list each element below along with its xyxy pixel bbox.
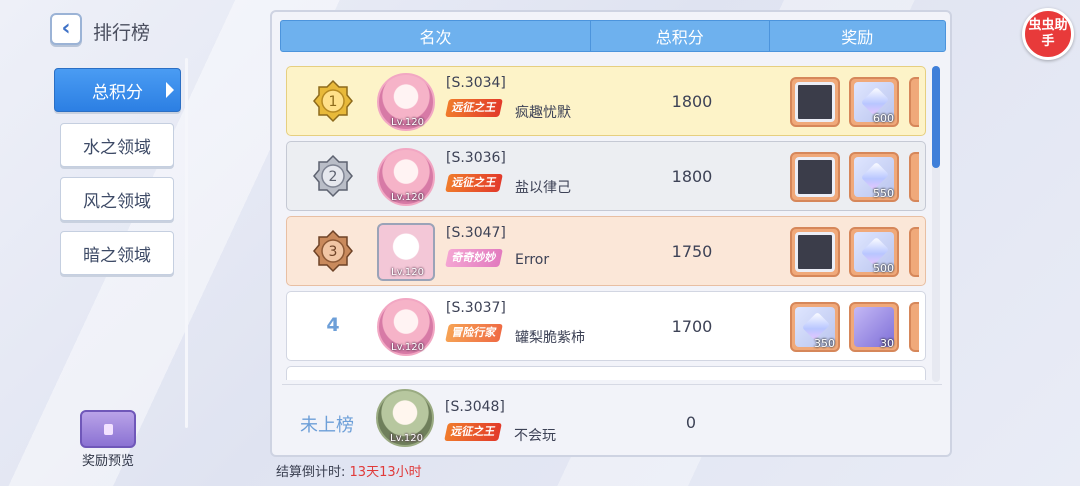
my-rank-label: 未上榜	[300, 415, 354, 436]
reward-item[interactable]	[909, 77, 919, 127]
chevron-left-icon: ‹	[61, 16, 71, 41]
player-name: 不会玩	[514, 428, 556, 444]
title-badge: 远征之王	[445, 174, 503, 192]
settlement-countdown: 结算倒计时: 13天13小时	[276, 461, 422, 480]
tab-water-domain[interactable]: 水之领域	[60, 123, 174, 167]
level-label: Lv.120	[391, 117, 424, 128]
countdown-label: 结算倒计时:	[276, 465, 346, 480]
score-value: 0	[685, 413, 697, 432]
reward-item[interactable]: 30	[849, 302, 899, 352]
reward-item[interactable]	[790, 227, 840, 277]
leaderboard-row[interactable]: 1 Lv.120 [S.3034] 远征之王 疯趣忧默 1800 600	[286, 66, 926, 136]
title-badge: 远征之王	[445, 99, 503, 117]
tab-total-score[interactable]: 总积分	[54, 68, 181, 112]
reward-item[interactable]	[909, 302, 919, 352]
avatar-frame-icon	[795, 82, 835, 122]
score-value: 1800	[671, 92, 713, 111]
reward-item[interactable]	[909, 227, 919, 277]
list-scrollbar[interactable]	[932, 66, 940, 382]
column-header: 名次 总积分 奖励	[280, 20, 946, 52]
column-score: 总积分	[591, 21, 770, 51]
caret-right-icon	[166, 82, 174, 98]
tab-dark-domain[interactable]: 暗之领域	[60, 231, 174, 275]
level-label: Lv.120	[391, 192, 424, 203]
reward-count: 600	[873, 112, 894, 125]
countdown-value: 13天13小时	[349, 465, 422, 480]
server-id: [S.3048]	[445, 399, 505, 415]
tab-label: 水之领域	[83, 137, 151, 158]
leaderboard-row[interactable]: 4 Lv.120 [S.3037] 冒险行家 罐梨脆紫柿 1700 350 30	[286, 291, 926, 361]
server-id: [S.3036]	[446, 150, 506, 166]
reward-item[interactable]: 500	[849, 227, 899, 277]
server-id: [S.3034]	[446, 75, 506, 91]
rank-number: 4	[326, 314, 340, 336]
tab-wind-domain[interactable]: 风之领域	[60, 177, 174, 221]
player-name: 盐以律己	[515, 180, 571, 196]
score-value: 1800	[671, 167, 713, 186]
reward-preview-button[interactable]: 奖励预览	[72, 410, 144, 469]
level-label: Lv.120	[391, 342, 424, 353]
leaderboard-panel: 名次 总积分 奖励 1 Lv.120 [S.3034] 远征之王 疯趣忧默 18…	[270, 10, 952, 457]
level-label: Lv.120	[391, 267, 424, 278]
page-title: 排行榜	[93, 22, 151, 44]
leaderboard-row[interactable]	[286, 366, 926, 380]
svg-text:1: 1	[329, 94, 338, 110]
bronze-medal-icon: 3	[313, 229, 353, 273]
avatar-frame-icon	[795, 232, 835, 272]
tab-label: 暗之领域	[83, 245, 151, 266]
server-id: [S.3037]	[446, 300, 506, 316]
reward-count: 500	[873, 262, 894, 275]
reward-count: 550	[873, 187, 894, 200]
back-button[interactable]: ‹	[50, 13, 82, 45]
level-label: Lv.120	[390, 433, 423, 444]
leaderboard-row[interactable]: 2 Lv.120 [S.3036] 远征之王 盐以律己 1800 550	[286, 141, 926, 211]
title-badge: 奇奇妙妙	[445, 249, 503, 267]
reward-preview-label: 奖励预览	[81, 454, 134, 469]
avatar-frame-icon	[795, 157, 835, 197]
reward-item[interactable]	[909, 152, 919, 202]
silver-medal-icon: 2	[313, 154, 353, 198]
gold-medal-icon: 1	[313, 79, 353, 123]
tab-label: 风之领域	[83, 191, 151, 212]
reward-item[interactable]	[790, 152, 840, 202]
tab-label: 总积分	[92, 82, 143, 103]
scrollbar-thumb[interactable]	[932, 66, 940, 168]
leaderboard-list[interactable]: 1 Lv.120 [S.3034] 远征之王 疯趣忧默 1800 600 2 L…	[282, 58, 932, 380]
reward-item[interactable]: 550	[849, 152, 899, 202]
player-name: 罐梨脆紫柿	[515, 330, 585, 346]
reward-count: 350	[814, 337, 835, 350]
player-name: 疯趣忧默	[515, 105, 571, 121]
score-value: 1750	[671, 242, 713, 261]
leaderboard-row[interactable]: 3 Lv.120 [S.3047] 奇奇妙妙 Error 1750 500	[286, 216, 926, 286]
treasure-chest-icon	[80, 410, 136, 448]
app-logo[interactable]: 虫虫助手	[1022, 8, 1074, 60]
title-badge: 冒险行家	[445, 324, 503, 342]
column-rank: 名次	[281, 21, 592, 51]
my-rank-row: 未上榜 Lv.120 [S.3048] 远征之王 不会玩 0	[282, 384, 942, 452]
reward-item[interactable]: 600	[849, 77, 899, 127]
player-name: Error	[515, 252, 550, 268]
title-badge: 远征之王	[444, 423, 502, 441]
svg-text:3: 3	[329, 244, 338, 260]
column-reward: 奖励	[841, 28, 874, 47]
reward-item[interactable]	[790, 77, 840, 127]
score-value: 1700	[671, 317, 713, 336]
reward-item[interactable]: 350	[790, 302, 840, 352]
svg-text:2: 2	[329, 169, 338, 185]
server-id: [S.3047]	[446, 225, 506, 241]
sidebar-scrollbar[interactable]	[185, 58, 188, 428]
reward-count: 30	[880, 337, 894, 350]
